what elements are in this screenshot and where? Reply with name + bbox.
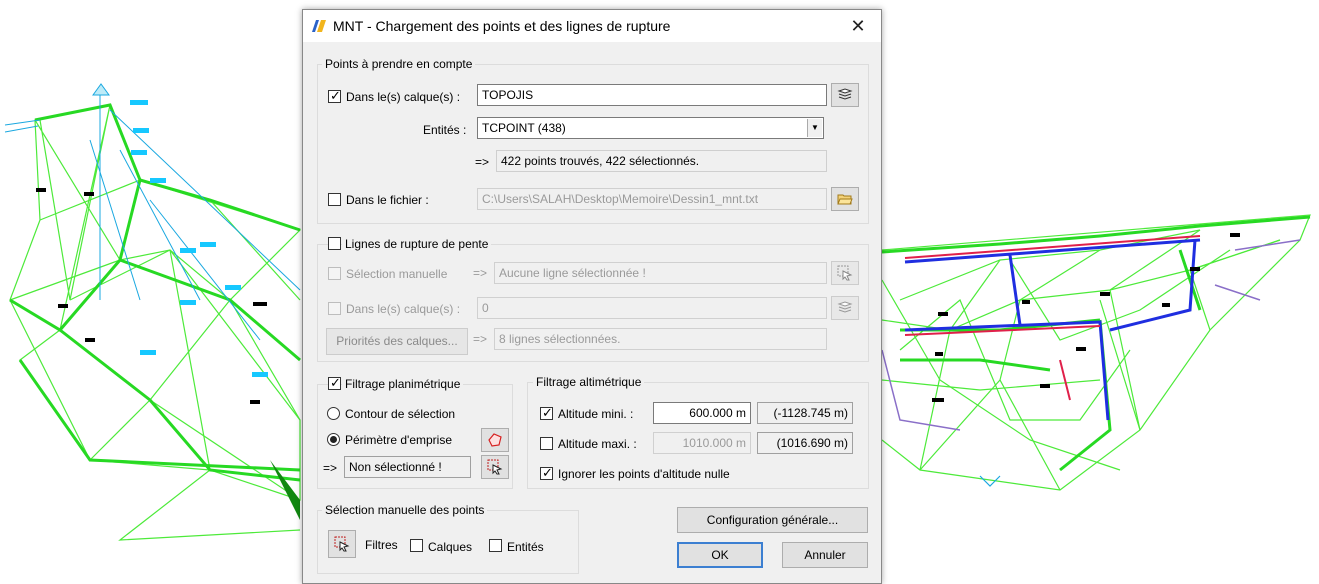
check-icon: ✓ <box>330 375 341 390</box>
manual-points-group-label: Sélection manuelle des points <box>322 503 488 517</box>
altitude-min-checkbox[interactable]: ✓ <box>540 405 553 420</box>
points-found-status: 422 points trouvés, 422 sélectionnés. <box>496 150 827 172</box>
planimetric-checkbox[interactable]: ✓ <box>328 375 341 390</box>
layers-icon <box>837 301 853 313</box>
check-icon: ✓ <box>542 465 553 480</box>
entities-label: Entités : <box>423 123 467 137</box>
check-icon: ✓ <box>330 88 341 103</box>
points-file-path[interactable]: C:\Users\SALAH\Desktop\Memoire\Dessin1_m… <box>477 188 827 210</box>
altitude-max-reference: (1016.690 m) <box>757 432 853 454</box>
filters-label: Filtres <box>365 538 398 552</box>
planimetric-arrow: => <box>323 461 338 475</box>
perimeter-draw-button[interactable] <box>481 428 509 452</box>
pointer-select-icon <box>837 265 853 281</box>
altitude-max-label: Altitude maxi. : <box>558 437 637 451</box>
breaklines-layers-label: Dans le(s) calque(s) : <box>346 302 461 316</box>
ok-button[interactable]: OK <box>677 542 763 568</box>
manual-selection-arrow: => <box>473 266 488 280</box>
manual-selection-checkbox[interactable] <box>328 267 341 280</box>
manual-selection-status: Aucune ligne sélectionnée ! <box>494 262 827 284</box>
perimeter-radio[interactable] <box>327 433 340 446</box>
polygon-red-icon <box>488 433 502 447</box>
radio-dot <box>330 436 337 443</box>
filter-layers-label: Calques <box>428 540 473 554</box>
check-icon: ✓ <box>542 405 553 420</box>
manual-selection-label: Sélection manuelle <box>346 267 448 281</box>
planimetric-status: Non sélectionné ! <box>344 456 471 478</box>
cancel-button[interactable]: Annuler <box>782 542 868 568</box>
contour-radio-label: Contour de sélection <box>345 407 456 421</box>
folder-open-icon <box>837 194 853 205</box>
altimetric-group-label: Filtrage altimétrique <box>533 375 645 389</box>
filter-entities-checkbox[interactable] <box>489 539 502 552</box>
altitude-min-input[interactable]: 600.000 m <box>653 402 751 424</box>
points-layers-checkbox[interactable]: ✓ <box>328 88 341 103</box>
breaklines-checkbox[interactable] <box>328 237 341 250</box>
mnt-dialog: MNT - Chargement des points et des ligne… <box>302 9 882 584</box>
points-layers-input[interactable]: TOPOJIS <box>477 84 827 106</box>
lines-selected-status: 8 lignes sélectionnées. <box>494 328 827 350</box>
title-bar: MNT - Chargement des points et des ligne… <box>303 10 881 42</box>
app-icon <box>312 20 326 32</box>
dropdown-arrow-icon[interactable]: ▼ <box>807 119 822 137</box>
layer-priorities-button[interactable]: Priorités des calques... <box>326 328 468 355</box>
window-title: MNT - Chargement des points et des ligne… <box>333 18 671 34</box>
open-file-button[interactable] <box>831 187 859 211</box>
layers-picker-button[interactable] <box>831 83 859 107</box>
perimeter-radio-label: Périmètre d'emprise <box>345 433 452 447</box>
general-config-button[interactable]: Configuration générale... <box>677 507 868 533</box>
manual-points-select-button[interactable] <box>328 530 356 558</box>
contour-radio[interactable] <box>327 407 340 420</box>
points-layers-label: Dans le(s) calque(s) : <box>346 90 461 104</box>
priorities-arrow: => <box>473 332 488 346</box>
entities-select[interactable]: TCPOINT (438) ▼ <box>477 117 824 139</box>
filter-layers-checkbox[interactable] <box>410 539 423 552</box>
altitude-min-reference: (-1128.745 m) <box>757 402 853 424</box>
pointer-select-icon <box>487 459 503 475</box>
planimetric-select-button[interactable] <box>481 455 509 479</box>
points-group-label: Points à prendre en compte <box>322 57 476 71</box>
close-icon[interactable]: ✕ <box>835 10 881 42</box>
breaklines-layers-input[interactable]: 0 <box>477 297 827 319</box>
entities-select-value: TCPOINT (438) <box>482 121 566 135</box>
ignore-zero-label: Ignorer les points d'altitude nulle <box>558 467 730 481</box>
altitude-max-input[interactable]: 1010.000 m <box>653 432 751 454</box>
select-lines-button[interactable] <box>831 261 859 285</box>
filter-entities-label: Entités <box>507 540 544 554</box>
planimetric-group-label: Filtrage planimétrique <box>342 377 464 391</box>
altitude-max-checkbox[interactable] <box>540 437 553 450</box>
points-file-label: Dans le fichier : <box>346 193 429 207</box>
breaklines-layers-checkbox[interactable] <box>328 302 341 315</box>
layers-icon <box>837 88 853 100</box>
points-file-checkbox[interactable] <box>328 193 341 206</box>
pointer-select-icon <box>334 536 350 552</box>
points-arrow: => <box>475 155 490 169</box>
breaklines-layers-button[interactable] <box>831 296 859 320</box>
ignore-zero-checkbox[interactable]: ✓ <box>540 465 553 480</box>
breaklines-group-label: Lignes de rupture de pente <box>342 237 492 251</box>
altitude-min-label: Altitude mini. : <box>558 407 634 421</box>
